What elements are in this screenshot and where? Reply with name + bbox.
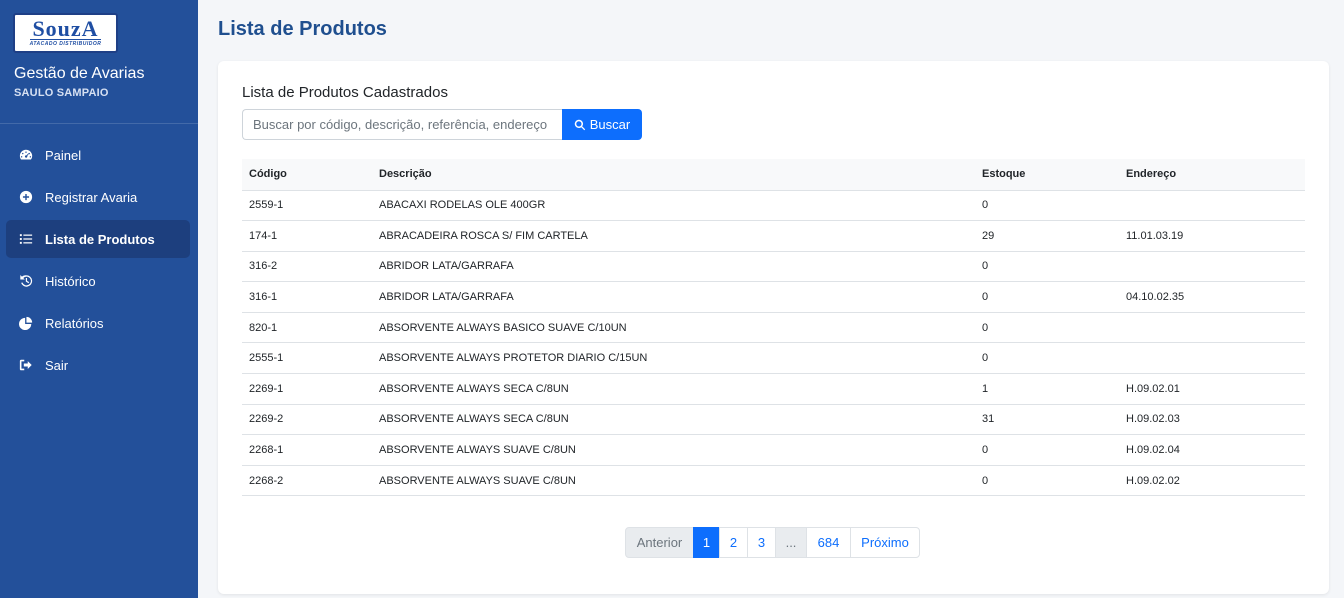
table-row[interactable]: 820-1 ABSORVENTE ALWAYS BASICO SUAVE C/1…	[242, 312, 1305, 344]
table-row[interactable]: 316-2 ABRIDOR LATA/GARRAFA 0	[242, 251, 1305, 283]
cell-endereco	[1119, 190, 1305, 222]
sidebar-item-label: Relatórios	[45, 315, 104, 331]
logo-text: SouzA	[32, 16, 99, 41]
cell-descricao: ABSORVENTE ALWAYS PROTETOR DIARIO C/15UN	[372, 342, 975, 375]
sidebar-item-registrar-avaria[interactable]: Registrar Avaria	[6, 178, 190, 216]
search-icon	[574, 119, 585, 130]
cell-endereco	[1119, 342, 1305, 375]
cell-endereco: H.09.02.03	[1119, 404, 1305, 436]
cell-descricao: ABSORVENTE ALWAYS SECA C/8UN	[372, 373, 975, 405]
column-header-estoque[interactable]: Estoque	[975, 159, 1119, 191]
search-button-label: Buscar	[589, 117, 631, 132]
sidebar-item-lista-de-produtos[interactable]: Lista de Produtos	[6, 220, 190, 258]
table-row[interactable]: 2555-1 ABSORVENTE ALWAYS PROTETOR DIARIO…	[242, 342, 1305, 375]
cell-codigo: 820-1	[242, 312, 372, 344]
table-header-row: Código Descrição Estoque Endereço	[242, 159, 1305, 191]
cell-codigo: 2555-1	[242, 342, 372, 375]
cell-descricao: ABSORVENTE ALWAYS SUAVE C/8UN	[372, 465, 975, 497]
column-header-codigo[interactable]: Código	[242, 159, 372, 191]
pagination-next[interactable]: Próximo	[850, 527, 920, 558]
sidebar-item-historico[interactable]: Histórico	[6, 262, 190, 300]
cell-descricao: ABRACADEIRA ROSCA S/ FIM CARTELA	[372, 220, 975, 252]
cell-estoque: 0	[975, 251, 1119, 283]
list-icon	[19, 232, 33, 246]
card-title: Lista de Produtos Cadastrados	[242, 84, 448, 101]
cell-estoque: 29	[975, 220, 1119, 252]
table-row[interactable]: 2269-2 ABSORVENTE ALWAYS SECA C/8UN 31 H…	[242, 404, 1305, 436]
user-name: SAULO SAMPAIO	[14, 87, 109, 99]
table-row[interactable]: 174-1 ABRACADEIRA ROSCA S/ FIM CARTELA 2…	[242, 220, 1305, 252]
sidebar-item-sair[interactable]: Sair	[6, 346, 190, 384]
cell-estoque: 31	[975, 404, 1119, 436]
history-icon	[19, 274, 33, 288]
cell-codigo: 2268-2	[242, 465, 372, 497]
cell-endereco: H.09.02.01	[1119, 373, 1305, 405]
pagination-page-1[interactable]: 1	[693, 527, 720, 558]
table-row[interactable]: 2269-1 ABSORVENTE ALWAYS SECA C/8UN 1 H.…	[242, 373, 1305, 405]
cell-descricao: ABRIDOR LATA/GARRAFA	[372, 281, 975, 313]
cell-codigo: 316-2	[242, 251, 372, 283]
sidebar-divider	[0, 123, 198, 124]
cell-estoque: 0	[975, 281, 1119, 313]
cell-estoque: 0	[975, 342, 1119, 375]
pagination-ellipsis: ...	[775, 527, 807, 558]
sidebar-item-label: Registrar Avaria	[45, 189, 138, 205]
cell-descricao: ABSORVENTE ALWAYS SECA C/8UN	[372, 404, 975, 436]
cell-endereco: H.09.02.04	[1119, 434, 1305, 466]
products-table: Código Descrição Estoque Endereço 2559-1…	[242, 159, 1305, 497]
pagination-page-2[interactable]: 2	[719, 527, 748, 558]
cell-codigo: 2559-1	[242, 190, 372, 222]
cell-estoque: 0	[975, 190, 1119, 222]
plus-circle-icon	[19, 190, 33, 204]
page-title: Lista de Produtos	[218, 18, 387, 40]
table-row[interactable]: 2268-2 ABSORVENTE ALWAYS SUAVE C/8UN 0 H…	[242, 465, 1305, 497]
sidebar-item-label: Sair	[45, 357, 69, 373]
dashboard-icon	[19, 148, 33, 162]
logout-icon	[19, 358, 33, 372]
pie-chart-icon	[19, 316, 33, 330]
sidebar-item-label: Painel	[45, 147, 82, 163]
search-input[interactable]	[242, 109, 562, 140]
column-header-descricao[interactable]: Descrição	[372, 159, 975, 191]
table-row[interactable]: 2268-1 ABSORVENTE ALWAYS SUAVE C/8UN 0 H…	[242, 434, 1305, 466]
app-title: Gestão de Avarias	[14, 65, 145, 82]
cell-codigo: 2269-2	[242, 404, 372, 436]
cell-codigo: 316-1	[242, 281, 372, 313]
cell-codigo: 174-1	[242, 220, 372, 252]
cell-descricao: ABRIDOR LATA/GARRAFA	[372, 251, 975, 283]
sidebar: SouzA ATACADO DISTRIBUIDOR Gestão de Ava…	[0, 0, 198, 598]
pagination: Anterior 1 2 3 ... 684 Próximo	[625, 527, 920, 558]
pagination-page-3[interactable]: 3	[747, 527, 776, 558]
pagination-previous: Anterior	[625, 527, 694, 558]
cell-descricao: ABACAXI RODELAS OLE 400GR	[372, 190, 975, 222]
logo-subtext: ATACADO DISTRIBUIDOR	[29, 39, 102, 47]
sidebar-item-label: Histórico	[45, 273, 96, 289]
cell-estoque: 0	[975, 465, 1119, 497]
cell-estoque: 0	[975, 434, 1119, 466]
cell-estoque: 0	[975, 312, 1119, 344]
cell-estoque: 1	[975, 373, 1119, 405]
search-bar: Buscar	[242, 109, 642, 140]
table-row[interactable]: 2559-1 ABACAXI RODELAS OLE 400GR 0	[242, 190, 1305, 222]
cell-endereco: H.09.02.02	[1119, 465, 1305, 497]
sidebar-item-label: Lista de Produtos	[45, 231, 155, 247]
search-button[interactable]: Buscar	[562, 109, 642, 140]
cell-endereco: 04.10.02.35	[1119, 281, 1305, 313]
column-header-endereco[interactable]: Endereço	[1119, 159, 1305, 191]
cell-endereco	[1119, 251, 1305, 283]
pagination-page-last[interactable]: 684	[806, 527, 851, 558]
products-card: Lista de Produtos Cadastrados Buscar Cód…	[218, 61, 1329, 594]
cell-descricao: ABSORVENTE ALWAYS SUAVE C/8UN	[372, 434, 975, 466]
cell-endereco	[1119, 312, 1305, 344]
cell-codigo: 2269-1	[242, 373, 372, 405]
company-logo[interactable]: SouzA ATACADO DISTRIBUIDOR	[13, 13, 118, 53]
sidebar-item-painel[interactable]: Painel	[6, 136, 190, 174]
sidebar-item-relatorios[interactable]: Relatórios	[6, 304, 190, 342]
cell-descricao: ABSORVENTE ALWAYS BASICO SUAVE C/10UN	[372, 312, 975, 344]
table-row[interactable]: 316-1 ABRIDOR LATA/GARRAFA 0 04.10.02.35	[242, 281, 1305, 313]
cell-codigo: 2268-1	[242, 434, 372, 466]
sidebar-nav: Painel Registrar Avaria Lista de Produto…	[6, 136, 190, 388]
cell-endereco: 11.01.03.19	[1119, 220, 1305, 252]
